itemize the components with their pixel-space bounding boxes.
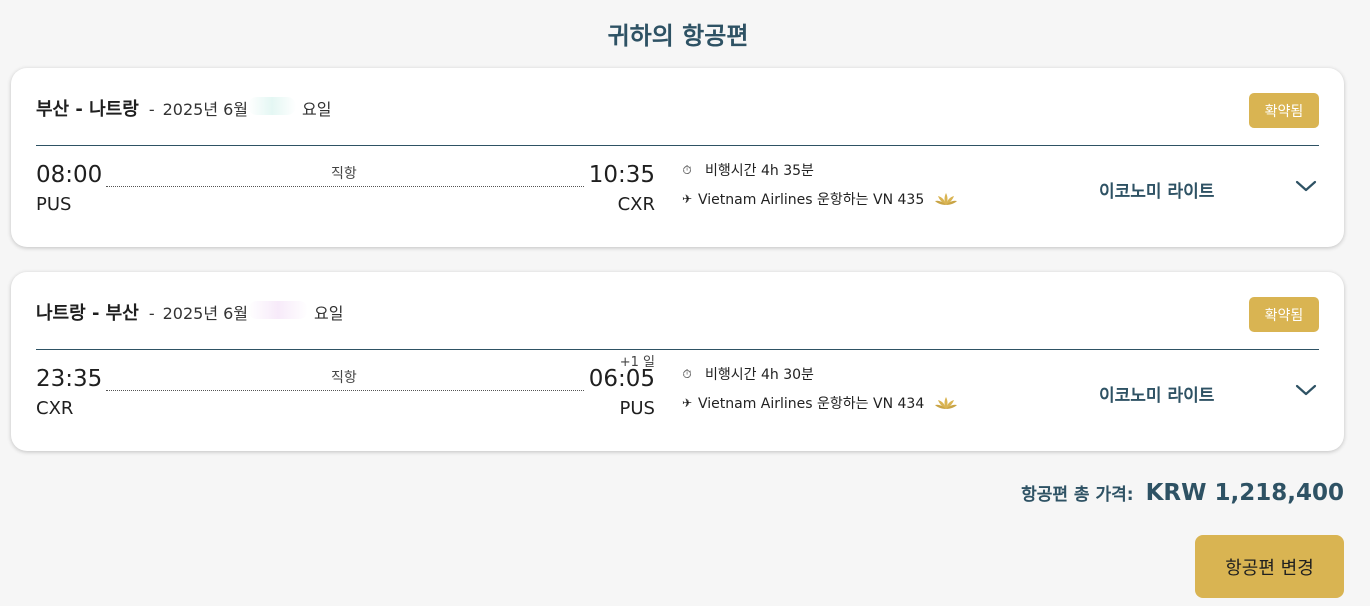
- flight-path-line: [106, 186, 584, 187]
- flight-card-return: 나트랑 - 부산 - 2025년 6월 요일 확약됨 23:35 CXR 직항 …: [11, 272, 1344, 451]
- flight-duration: ⏱ 비행시간 4h 30분: [681, 364, 814, 384]
- divider: [36, 349, 1319, 350]
- chevron-down-icon[interactable]: [1294, 382, 1318, 398]
- status-badge: 확약됨: [1249, 93, 1319, 128]
- stops-label: 직항: [331, 370, 357, 386]
- flight-weekday: 요일: [314, 304, 344, 323]
- redacted-date: [248, 97, 297, 115]
- total-price: 항공편 총 가격: KRW 1,218,400: [1021, 480, 1344, 506]
- operated-by-label: Vietnam Airlines 운항하는 VN 434: [698, 396, 925, 412]
- flight-header: 나트랑 - 부산 - 2025년 6월 요일: [36, 299, 344, 324]
- total-price-value: KRW 1,218,400: [1145, 480, 1344, 506]
- plane-icon: ✈: [681, 396, 693, 410]
- redacted-date: [248, 301, 309, 319]
- total-price-label: 항공편 총 가격:: [1021, 485, 1134, 505]
- flight-path-line: [106, 390, 584, 391]
- operated-by-label: Vietnam Airlines 운항하는 VN 435: [698, 192, 925, 208]
- arrival-time: 06:05: [588, 366, 655, 392]
- flight-date: 2025년 6월: [162, 304, 249, 323]
- lotus-logo-icon: [935, 397, 958, 409]
- status-badge: 확약됨: [1249, 297, 1319, 332]
- stops-label: 직항: [331, 166, 357, 182]
- lotus-logo-icon: [935, 193, 958, 205]
- flight-weekday: 요일: [302, 100, 332, 119]
- route-label: 나트랑 - 부산: [36, 303, 139, 324]
- page-title: 귀하의 항공편: [607, 22, 749, 50]
- arrival-time: 10:35: [588, 162, 655, 188]
- chevron-down-icon[interactable]: [1294, 178, 1318, 194]
- flight-header: 부산 - 나트랑 - 2025년 6월 요일: [36, 95, 332, 120]
- flight-duration: ⏱ 비행시간 4h 35분: [681, 160, 814, 180]
- arrival-airport-code: PUS: [619, 398, 655, 419]
- divider: [36, 145, 1319, 146]
- stopwatch-icon: ⏱: [682, 366, 692, 381]
- duration-label: 비행시간 4h 35분: [705, 163, 814, 179]
- plane-icon: ✈: [681, 192, 693, 206]
- departure-airport-code: PUS: [36, 194, 72, 215]
- date-separator: -: [148, 304, 155, 323]
- departure-time: 23:35: [36, 366, 103, 392]
- arrival-airport-code: CXR: [617, 194, 655, 215]
- date-separator: -: [148, 100, 155, 119]
- cabin-class: 이코노미 라이트: [1099, 386, 1215, 406]
- change-flight-button[interactable]: 항공편 변경: [1195, 535, 1344, 598]
- stopwatch-icon: ⏱: [682, 162, 692, 177]
- departure-time: 08:00: [36, 162, 103, 188]
- flight-card-outbound: 부산 - 나트랑 - 2025년 6월 요일 확약됨 08:00 PUS 직항 …: [11, 68, 1344, 247]
- route-label: 부산 - 나트랑: [36, 99, 139, 120]
- cabin-class: 이코노미 라이트: [1099, 182, 1215, 202]
- operating-airline: ✈ Vietnam Airlines 운항하는 VN 434: [681, 393, 958, 413]
- duration-label: 비행시간 4h 30분: [705, 367, 814, 383]
- flight-date: 2025년 6월: [162, 100, 249, 119]
- operating-airline: ✈ Vietnam Airlines 운항하는 VN 435: [681, 189, 958, 209]
- departure-airport-code: CXR: [36, 398, 74, 419]
